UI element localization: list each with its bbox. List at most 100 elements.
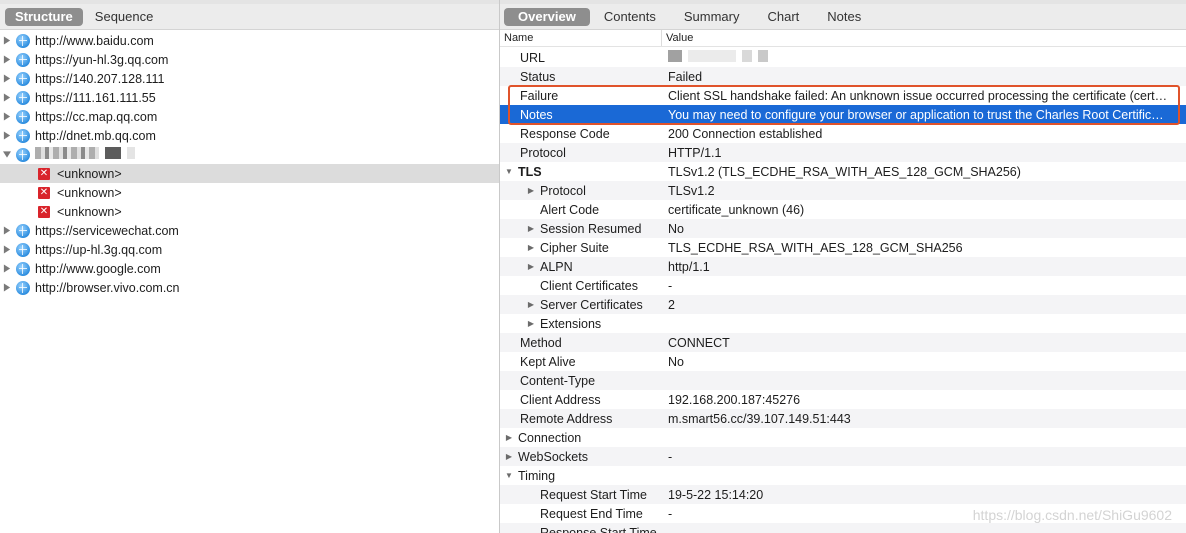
table-row[interactable]: ▶ Extensions — [500, 314, 1186, 333]
table-row[interactable]: Failure Client SSL handshake failed: An u… — [500, 86, 1186, 105]
error-icon: ✕ — [38, 167, 50, 180]
tree-item[interactable] — [0, 145, 499, 164]
table-row[interactable]: ▶ Protocol TLSv1.2 — [500, 181, 1186, 200]
detail-pane: Overview Contents Summary Chart Notes Name V… — [500, 0, 1186, 533]
row-name-label: Kept Alive — [520, 354, 576, 369]
tree-item[interactable]: http://www.baidu.com — [0, 31, 499, 50]
row-name-label: Failure — [520, 88, 559, 103]
table-row[interactable]: Protocol HTTP/1.1 — [500, 143, 1186, 162]
disclosure-closed-icon[interactable] — [3, 226, 11, 236]
column-name-header[interactable]: Name — [500, 30, 662, 46]
table-row[interactable]: ▼ TLS TLSv1.2 (TLS_ECDHE_RSA_WITH_AES_128_… — [500, 162, 1186, 181]
row-value-cell: 200 Connection established — [668, 126, 823, 141]
column-value-header[interactable]: Value — [662, 30, 693, 46]
disclosure-closed-icon[interactable] — [3, 264, 11, 274]
row-value-cell: 192.168.200.187:45276 — [668, 392, 801, 407]
row-value-cell: Failed — [668, 69, 703, 84]
tab-contents[interactable]: Contents — [590, 8, 670, 26]
disclosure-closed-icon[interactable]: ▶ — [526, 300, 536, 309]
table-row[interactable]: ▼ Timing — [500, 466, 1186, 485]
disclosure-closed-icon[interactable]: ▶ — [504, 433, 514, 442]
table-row[interactable]: Notes You may need to configure your brow… — [500, 105, 1186, 124]
disclosure-closed-icon[interactable] — [3, 112, 11, 122]
segment-structure[interactable]: Structure — [5, 7, 83, 26]
disclosure-open-icon[interactable]: ▼ — [504, 471, 514, 480]
table-row[interactable]: Response Start Time — [500, 523, 1186, 533]
row-value-cell: 2 — [668, 297, 675, 312]
row-value-cell: CONNECT — [668, 335, 730, 350]
table-row[interactable]: Client Certificates - — [500, 276, 1186, 295]
table-row[interactable]: Method CONNECT — [500, 333, 1186, 352]
row-value-cell: Client SSL handshake failed: An unknown … — [668, 88, 1168, 103]
row-name-cell: ▶ Cipher Suite — [500, 241, 668, 255]
tree-item-label: http://dnet.mb.qq.com — [35, 128, 156, 143]
row-name-cell: Protocol — [500, 146, 668, 160]
globe-icon — [16, 90, 30, 105]
row-value-cell: No — [668, 354, 684, 369]
tab-notes[interactable]: Notes — [813, 8, 875, 26]
tree-item[interactable]: ✕ <unknown> — [0, 183, 499, 202]
error-icon: ✕ — [38, 186, 50, 199]
row-value-cell: 19-5-22 15:14:20 — [668, 487, 764, 502]
table-row[interactable]: URL — [500, 48, 1186, 67]
table-row[interactable]: Request Start Time 19-5-22 15:14:20 — [500, 485, 1186, 504]
table-row[interactable]: Remote Address m.smart56.cc/39.107.149.51… — [500, 409, 1186, 428]
tab-summary[interactable]: Summary — [670, 8, 754, 26]
disclosure-open-icon[interactable]: ▼ — [504, 167, 514, 176]
row-name-cell: ▶ Connection — [500, 431, 668, 445]
tree-item[interactable]: https://cc.map.qq.com — [0, 107, 499, 126]
table-row[interactable]: ▶ Session Resumed No — [500, 219, 1186, 238]
table-row[interactable]: Content-Type — [500, 371, 1186, 390]
globe-icon — [16, 109, 30, 124]
tab-overview[interactable]: Overview — [504, 7, 590, 26]
disclosure-closed-icon[interactable] — [3, 36, 11, 46]
disclosure-closed-icon[interactable] — [3, 55, 11, 65]
table-row[interactable]: Kept Alive No — [500, 352, 1186, 371]
tab-chart[interactable]: Chart — [754, 8, 814, 26]
table-row[interactable]: Status Failed — [500, 67, 1186, 86]
table-row[interactable]: Client Address 192.168.200.187:45276 — [500, 390, 1186, 409]
table-row[interactable]: ▶ ALPN http/1.1 — [500, 257, 1186, 276]
row-name-label: URL — [520, 50, 546, 65]
row-name-label: Protocol — [540, 183, 586, 198]
disclosure-closed-icon[interactable]: ▶ — [526, 224, 536, 233]
tree-item[interactable]: https://140.207.128.111 — [0, 69, 499, 88]
disclosure-closed-icon[interactable]: ▶ — [504, 452, 514, 461]
row-value-cell: No — [668, 221, 684, 236]
disclosure-closed-icon[interactable]: ▶ — [526, 186, 536, 195]
disclosure-closed-icon[interactable] — [3, 245, 11, 255]
row-name-label: Method — [520, 335, 562, 350]
globe-icon — [16, 280, 30, 295]
table-row[interactable]: ▶ Connection — [500, 428, 1186, 447]
row-name-cell: ▶ WebSockets — [500, 450, 668, 464]
table-row[interactable]: Alert Code certificate_unknown (46) — [500, 200, 1186, 219]
tree-item[interactable]: http://browser.vivo.com.cn — [0, 278, 499, 297]
table-row[interactable]: Response Code 200 Connection established — [500, 124, 1186, 143]
tree-item[interactable]: http://dnet.mb.qq.com — [0, 126, 499, 145]
tree-item[interactable]: http://www.google.com — [0, 259, 499, 278]
disclosure-closed-icon[interactable] — [3, 131, 11, 141]
disclosure-closed-icon[interactable]: ▶ — [526, 319, 536, 328]
tree-item[interactable]: https://servicewechat.com — [0, 221, 499, 240]
disclosure-closed-icon[interactable] — [3, 93, 11, 103]
tree-item[interactable]: https://111.161.111.55 — [0, 88, 499, 107]
detail-tabs: Overview Contents Summary Chart Notes — [500, 0, 1186, 30]
tree-item[interactable]: ✕ <unknown> — [0, 202, 499, 221]
table-row[interactable]: ▶ Cipher Suite TLS_ECDHE_RSA_WITH_AES_128_… — [500, 238, 1186, 257]
disclosure-open-icon[interactable] — [3, 150, 11, 160]
segment-sequence[interactable]: Sequence — [85, 8, 164, 26]
tree-item[interactable]: ✕ <unknown> — [0, 164, 499, 183]
row-value-cell: HTTP/1.1 — [668, 145, 722, 160]
table-row[interactable]: ▶ Server Certificates 2 — [500, 295, 1186, 314]
row-name-label: Alert Code — [540, 202, 600, 217]
tree-item[interactable]: https://up-hl.3g.qq.com — [0, 240, 499, 259]
disclosure-closed-icon[interactable]: ▶ — [526, 243, 536, 252]
disclosure-closed-icon[interactable] — [3, 74, 11, 84]
row-value-cell — [668, 50, 1186, 65]
row-name-label: Client Address — [520, 392, 601, 407]
row-value-cell: TLSv1.2 (TLS_ECDHE_RSA_WITH_AES_128_GCM_… — [668, 164, 1021, 179]
disclosure-closed-icon[interactable] — [3, 283, 11, 293]
tree-item[interactable]: https://yun-hl.3g.qq.com — [0, 50, 499, 69]
disclosure-closed-icon[interactable]: ▶ — [526, 262, 536, 271]
table-row[interactable]: ▶ WebSockets - — [500, 447, 1186, 466]
